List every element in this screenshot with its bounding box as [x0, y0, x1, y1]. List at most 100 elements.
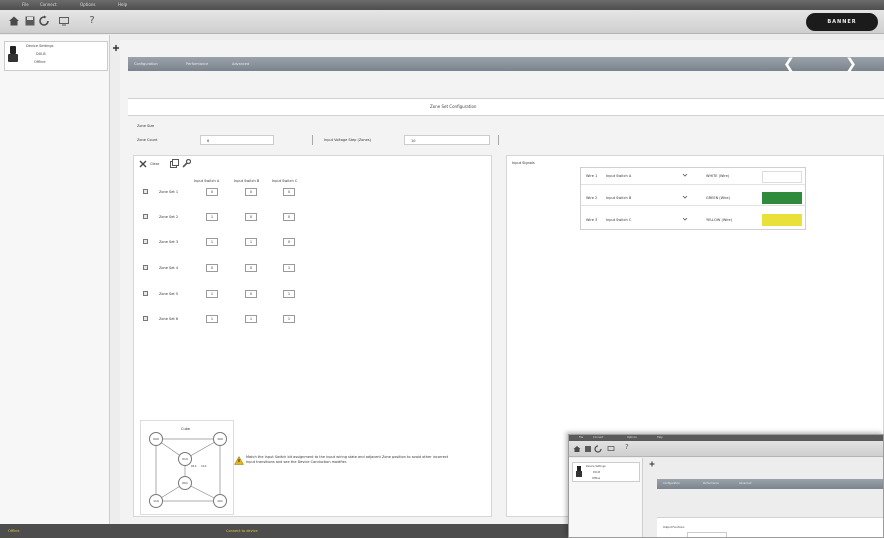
column-header: Input Switch A — [194, 179, 220, 183]
zone-size-section-label: Zone Size — [137, 124, 155, 128]
help-icon[interactable]: ? — [86, 15, 98, 27]
input-signals-title: Input Signals — [512, 161, 535, 165]
refresh-icon[interactable] — [38, 15, 50, 27]
refresh-icon[interactable] — [594, 445, 602, 453]
menu-options[interactable]: Options — [80, 2, 95, 7]
device-tile[interactable] — [4, 41, 108, 71]
monitor-icon[interactable] — [607, 445, 615, 453]
input-voltage-value: 10 — [411, 138, 416, 143]
inset-device-status: Offline — [592, 477, 601, 480]
input-voltage-label: Input Voltage Step (Zones) — [324, 138, 371, 142]
row-checkbox[interactable] — [143, 189, 148, 194]
zone-set-label: Zone Set 5 — [159, 292, 179, 296]
tab-advanced[interactable]: Advanced — [232, 62, 249, 66]
zone-set-label: Zone Set 6 — [159, 317, 179, 321]
divider — [312, 135, 313, 145]
signal-slot: Wire 3 — [586, 218, 598, 222]
chevron-down-icon[interactable] — [682, 194, 688, 200]
input-c-select[interactable]: 1 — [283, 264, 295, 272]
status-center: Connect to device — [226, 529, 258, 533]
cube-node: 101 — [213, 494, 227, 508]
cube-node: 010 — [178, 452, 192, 466]
inset-device-panel: Device Settings DXI-B Offline — [569, 458, 643, 537]
menu-connect[interactable]: Connect — [40, 2, 57, 7]
copy-icon[interactable] — [170, 159, 179, 168]
brand-logo: BANNER — [806, 13, 878, 31]
input-c-select[interactable]: 0 — [283, 213, 295, 221]
save-icon[interactable] — [24, 15, 36, 27]
input-a-select[interactable]: 1 — [206, 315, 218, 323]
input-b-select[interactable]: 1 — [245, 238, 257, 246]
zone-count-field[interactable]: 6 — [200, 135, 274, 145]
page-title-bar — [128, 98, 884, 116]
home-icon[interactable] — [8, 15, 20, 27]
inset-field[interactable] — [687, 532, 727, 537]
inset-toolbar: ? — [569, 441, 883, 457]
zone-count-value: 6 — [207, 138, 210, 143]
input-a-select[interactable]: 1 — [206, 290, 218, 298]
cube-node: 110 — [149, 494, 163, 508]
input-voltage-field[interactable]: 10 — [404, 135, 490, 145]
signal-source[interactable]: Input Switch A — [606, 174, 631, 178]
row-checkbox[interactable] — [143, 239, 148, 244]
cube-node: 001 — [178, 476, 192, 490]
signal-source[interactable]: Input Switch C — [606, 218, 631, 222]
menu-help[interactable]: Help — [118, 2, 127, 7]
input-b-select[interactable]: 0 — [245, 264, 257, 272]
cube-node: 100 — [213, 432, 227, 446]
inset-device-tile[interactable]: Device Settings DXI-B Offline — [572, 462, 640, 482]
input-a-select[interactable]: 1 — [206, 213, 218, 221]
signal-swatch — [762, 214, 802, 226]
input-b-select[interactable]: 0 — [245, 213, 257, 221]
warning-text: Match the Input Switch bit assignment to… — [246, 455, 449, 464]
inset-menu-item[interactable]: Connect — [593, 436, 603, 439]
nav-prev-icon[interactable]: ❮ — [782, 56, 796, 72]
monitor-icon[interactable] — [58, 15, 70, 27]
logo-text: BANNER — [827, 19, 857, 25]
input-c-select[interactable]: 0 — [283, 188, 295, 196]
inset-menu-item[interactable]: Help — [657, 436, 663, 439]
cube-diagram: Cube 000 100 010 001 110 101 011 111 — [140, 420, 234, 515]
input-a-select[interactable]: 1 — [206, 238, 218, 246]
home-icon[interactable] — [573, 445, 581, 453]
clear-label[interactable]: Clear — [150, 162, 159, 166]
input-a-select[interactable]: 0 — [206, 264, 218, 272]
tab-configuration[interactable]: Configuration — [134, 62, 158, 66]
signal-swatch — [762, 171, 802, 183]
add-device-icon[interactable] — [112, 44, 120, 52]
tab-performance[interactable]: Performance — [186, 62, 208, 66]
signal-wire: GREEN (Wire) — [706, 196, 730, 200]
inset-menu-item[interactable]: Options — [627, 436, 637, 439]
page-title: Zone Set Configuration — [430, 104, 477, 109]
zone-set-label: Zone Set 1 — [159, 190, 179, 194]
inset-menu-item[interactable]: File — [579, 436, 583, 439]
input-c-select[interactable]: 1 — [283, 290, 295, 298]
row-checkbox[interactable] — [143, 316, 148, 321]
add-device-icon[interactable] — [649, 461, 655, 467]
signal-source[interactable]: Input Switch B — [606, 196, 631, 200]
input-c-select[interactable]: 0 — [283, 238, 295, 246]
zone-count-label: Zone Count — [137, 138, 158, 142]
help-icon[interactable]: ? — [625, 443, 633, 453]
input-c-select[interactable]: 1 — [283, 315, 295, 323]
inset-tab[interactable]: Advanced — [739, 482, 751, 485]
nav-next-icon[interactable]: ❯ — [844, 56, 858, 72]
row-checkbox[interactable] — [143, 265, 148, 270]
signal-swatch — [762, 192, 802, 204]
input-b-select[interactable]: 0 — [245, 290, 257, 298]
zone-set-label: Zone Set 4 — [159, 266, 179, 270]
input-b-select[interactable]: 1 — [245, 315, 257, 323]
status-left: Offline — [8, 529, 20, 533]
menu-file[interactable]: File — [22, 2, 29, 7]
input-b-select[interactable]: 0 — [245, 188, 257, 196]
row-checkbox[interactable] — [143, 291, 148, 296]
inset-tab[interactable]: Performance — [703, 482, 719, 485]
input-a-select[interactable]: 0 — [206, 188, 218, 196]
wrench-icon[interactable] — [182, 158, 192, 168]
save-icon[interactable] — [584, 445, 592, 453]
clear-icon[interactable] — [139, 160, 147, 168]
inset-tab[interactable]: Configuration — [663, 482, 680, 485]
row-checkbox[interactable] — [143, 214, 148, 219]
chevron-down-icon[interactable] — [682, 172, 688, 178]
chevron-down-icon[interactable] — [682, 216, 688, 222]
